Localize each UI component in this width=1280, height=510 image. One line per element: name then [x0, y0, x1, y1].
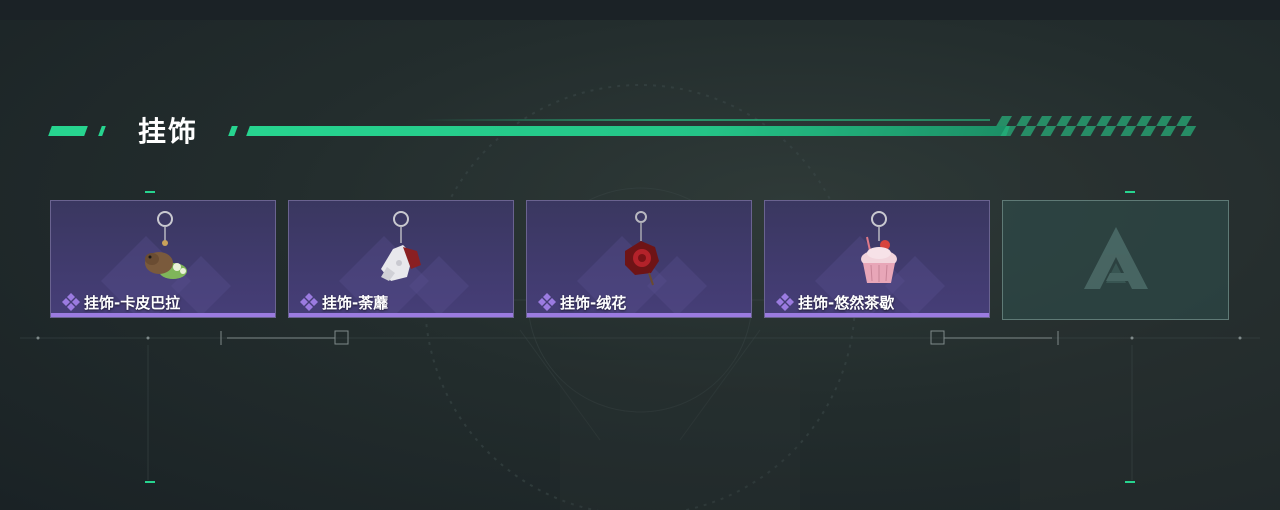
empty-item-slot[interactable] — [1002, 200, 1229, 320]
red-rose-charm-icon — [625, 211, 659, 286]
header-dash — [228, 126, 238, 136]
header-dash — [98, 126, 106, 136]
rarity-diamond-icon — [62, 293, 80, 311]
item-card-tea-break[interactable]: 挂饰-悠然茶歇 — [764, 200, 990, 318]
item-label-row: 挂饰-悠然茶歇 — [775, 291, 894, 313]
item-label: 挂饰-卡皮巴拉 — [84, 293, 181, 312]
white-flower-charm-icon — [381, 211, 421, 281]
rarity-underline — [527, 313, 751, 317]
rarity-underline — [51, 313, 275, 317]
corner-tick — [145, 481, 155, 483]
corner-tick — [1125, 481, 1135, 483]
header-checker-pattern — [996, 116, 1197, 136]
rarity-diamond-icon — [300, 293, 318, 311]
corner-tick — [145, 191, 155, 193]
rarity-underline — [765, 313, 989, 317]
item-label-row: 挂饰-绒花 — [537, 291, 626, 313]
faction-logo-icon — [1084, 227, 1148, 289]
header-bar — [246, 126, 1010, 136]
section-title: 挂饰 — [138, 115, 199, 148]
item-card-tumi[interactable]: 挂饰-荼蘼 — [288, 200, 514, 318]
item-card-capybara[interactable]: 挂饰-卡皮巴拉 — [50, 200, 276, 318]
rarity-underline — [289, 313, 513, 317]
item-label: 挂饰-荼蘼 — [322, 293, 389, 312]
rarity-diamond-icon — [538, 293, 556, 311]
item-label-row: 挂饰-卡皮巴拉 — [61, 291, 180, 313]
item-card-ronghua[interactable]: 挂饰-绒花 — [526, 200, 752, 318]
capybara-charm-icon — [145, 211, 187, 279]
item-label: 挂饰-悠然茶歇 — [798, 293, 895, 312]
corner-tick — [1125, 191, 1135, 193]
item-label: 挂饰-绒花 — [560, 293, 627, 312]
item-label-row: 挂饰-荼蘼 — [299, 291, 388, 313]
cupcake-charm-icon — [861, 211, 897, 283]
header-dash — [48, 126, 88, 136]
rarity-diamond-icon — [776, 293, 794, 311]
section-header: 挂饰 — [0, 100, 1280, 160]
header-thin-line — [420, 119, 990, 121]
